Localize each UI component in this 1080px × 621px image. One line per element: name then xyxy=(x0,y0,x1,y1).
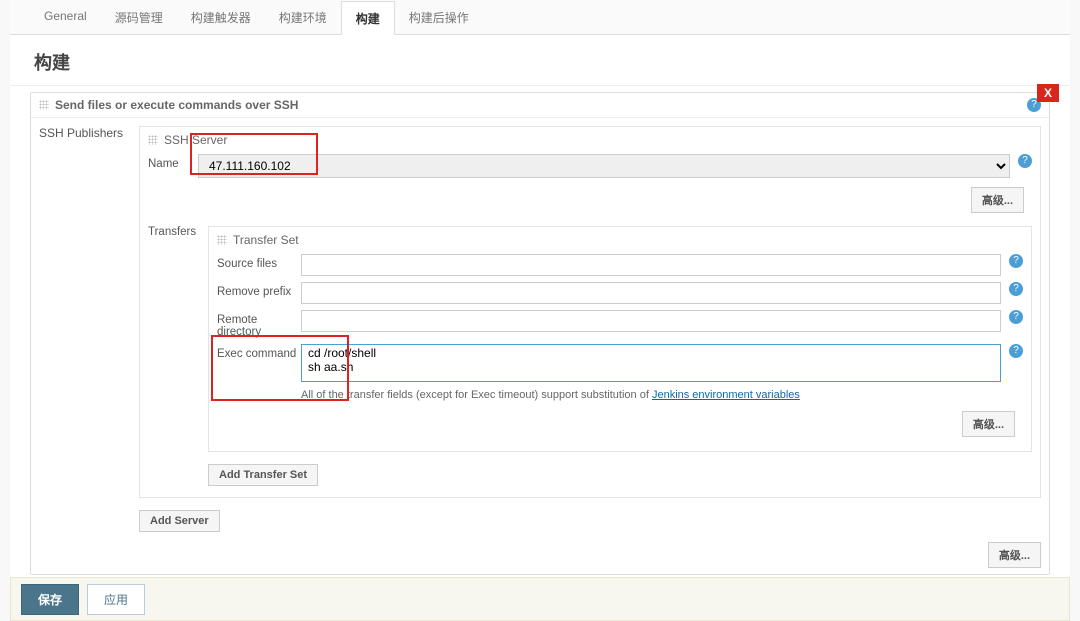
page-root: General 源码管理 构建触发器 构建环境 构建 构建后操作 构建 X Se… xyxy=(0,0,1080,621)
ssh-name-select[interactable]: 47.111.160.102 xyxy=(198,154,1010,178)
config-tabs: General 源码管理 构建触发器 构建环境 构建 构建后操作 xyxy=(10,0,1070,35)
note-text: All of the transfer fields (except for E… xyxy=(301,389,652,401)
remote-dir-label: Remote directory xyxy=(217,310,301,338)
env-vars-link[interactable]: Jenkins environment variables xyxy=(652,389,800,401)
remove-prefix-label: Remove prefix xyxy=(217,282,301,298)
transfers-label: Transfers xyxy=(148,222,208,238)
ssh-step-card: X Send files or execute commands over SS… xyxy=(30,92,1050,575)
build-content: X Send files or execute commands over SS… xyxy=(10,86,1070,589)
drag-handle-icon[interactable] xyxy=(217,235,227,245)
ssh-server-title: SSH Server xyxy=(164,133,227,147)
tab-triggers[interactable]: 构建触发器 xyxy=(177,1,265,35)
help-icon[interactable]: ? xyxy=(1018,154,1032,168)
ssh-name-label: Name xyxy=(148,154,198,170)
ssh-server-panel: SSH Server Name 47.111.160.102 ? xyxy=(139,126,1041,498)
help-icon[interactable]: ? xyxy=(1009,282,1023,296)
source-files-input[interactable] xyxy=(301,254,1001,276)
card-header: Send files or execute commands over SSH … xyxy=(31,93,1049,118)
remote-dir-input[interactable] xyxy=(301,310,1001,332)
tab-env[interactable]: 构建环境 xyxy=(265,1,341,35)
remove-prefix-input[interactable] xyxy=(301,282,1001,304)
help-icon[interactable]: ? xyxy=(1009,254,1023,268)
help-icon[interactable]: ? xyxy=(1009,310,1023,324)
apply-button[interactable]: 应用 xyxy=(87,584,145,615)
ssh-server-header: SSH Server xyxy=(148,131,1032,151)
source-files-label: Source files xyxy=(217,254,301,270)
advanced-button[interactable]: 高级... xyxy=(988,542,1041,568)
substitution-note: All of the transfer fields (except for E… xyxy=(301,385,1023,405)
close-icon[interactable]: X xyxy=(1037,84,1059,102)
publishers-row: SSH Publishers SSH Server Name 47.11 xyxy=(31,118,1049,536)
help-icon[interactable]: ? xyxy=(1009,344,1023,358)
exec-command-label: Exec command xyxy=(217,344,301,360)
add-server-button[interactable]: Add Server xyxy=(139,510,220,532)
save-button[interactable]: 保存 xyxy=(21,584,79,615)
drag-handle-icon[interactable] xyxy=(39,100,49,110)
drag-handle-icon[interactable] xyxy=(148,135,158,145)
advanced-button[interactable]: 高级... xyxy=(962,411,1015,437)
footer-bar: 保存 应用 xyxy=(10,577,1070,621)
exec-command-input[interactable] xyxy=(301,344,1001,382)
advanced-button[interactable]: 高级... xyxy=(971,187,1024,213)
tab-postbuild[interactable]: 构建后操作 xyxy=(395,1,483,35)
add-transfer-set-button[interactable]: Add Transfer Set xyxy=(208,464,318,486)
transfer-set-title: Transfer Set xyxy=(233,233,299,247)
card-title: Send files or execute commands over SSH xyxy=(55,98,298,112)
tab-build[interactable]: 构建 xyxy=(341,1,395,35)
transfer-set-panel: Transfer Set Source files ? Remove prefi… xyxy=(208,226,1032,452)
ssh-server-advanced-row: 高级... xyxy=(148,181,1032,219)
publishers-label: SSH Publishers xyxy=(39,122,139,532)
tab-scm[interactable]: 源码管理 xyxy=(101,1,177,35)
tab-general[interactable]: General xyxy=(30,1,101,35)
section-title: 构建 xyxy=(10,35,1070,86)
